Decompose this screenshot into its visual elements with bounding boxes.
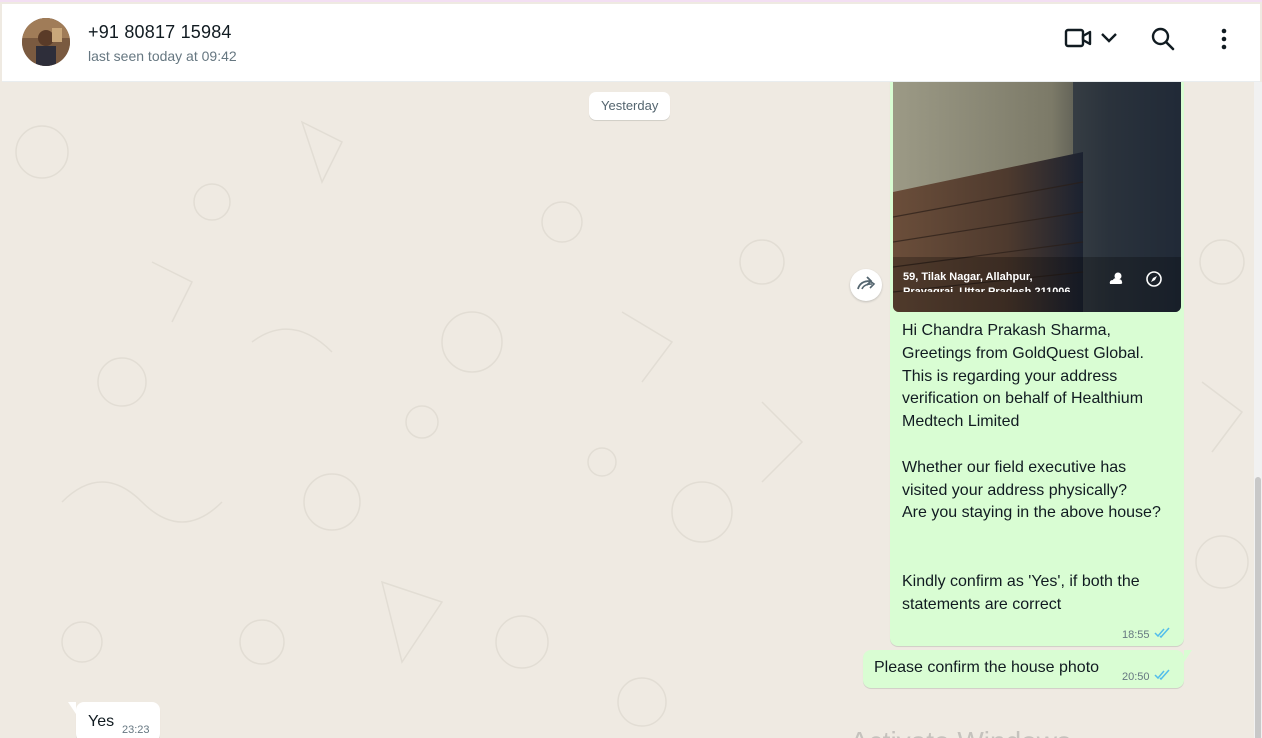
forward-message-button[interactable] (850, 269, 882, 301)
scrollbar-thumb[interactable] (1255, 477, 1261, 738)
contact-avatar[interactable] (22, 18, 70, 66)
message-meta: 20:50 (1122, 669, 1172, 684)
compass-icon (1145, 270, 1163, 293)
photo-location-line1: 59, Tilak Nagar, Allahpur, (903, 271, 1033, 283)
last-seen-status: last seen today at 09:42 (88, 48, 237, 64)
chat-scrollbar[interactable] (1254, 82, 1262, 738)
photo-message-bubble[interactable]: 59, Tilak Nagar, Allahpur, Prayagraj, Ut… (890, 82, 1184, 646)
whatsapp-chat-window: +91 80817 15984 last seen today at 09:42 (0, 0, 1262, 738)
chat-messages-area[interactable]: Yesterday 59, Tilak Nagar, Allahpur, Pra… (2, 82, 1254, 738)
verification-message-text: Hi Chandra Prakash Sharma, Greetings fro… (902, 320, 1161, 616)
video-call-icon[interactable] (1064, 26, 1092, 55)
chevron-down-icon[interactable] (1099, 30, 1119, 51)
outgoing-message-bubble[interactable]: Please confirm the house photo 20:50 (863, 650, 1192, 688)
photo-location-line2: Prayagraj, Uttar Pradesh 211006 (903, 286, 1071, 292)
message-text: Please confirm the house photo (874, 659, 1100, 676)
read-receipt-icon (1154, 669, 1172, 684)
message-line: Kindly confirm as 'Yes', if both the (902, 572, 1140, 590)
bubble-tail (68, 702, 76, 714)
message-line: Greetings from GoldQuest Global. (902, 344, 1144, 362)
message-line: Medtech Limited (902, 413, 1020, 431)
message-line: Whether our field executive has (902, 458, 1127, 476)
bubble-tail (1184, 650, 1192, 662)
message-line: Are you staying in the above house? (902, 504, 1161, 522)
menu-icon[interactable] (1214, 26, 1234, 57)
message-line: This is regarding your address (902, 367, 1118, 385)
message-text: Yes (88, 713, 115, 730)
incoming-message-bubble[interactable]: Yes 23:23 (68, 702, 160, 738)
message-line: statements are correct (902, 595, 1062, 613)
message-meta: 18:55 (1122, 627, 1172, 642)
message-time: 20:50 (1122, 670, 1150, 683)
house-photo[interactable]: 59, Tilak Nagar, Allahpur, Prayagraj, Ut… (893, 82, 1181, 312)
activate-windows-watermark: Activate Windows (850, 726, 1071, 738)
chat-header: +91 80817 15984 last seen today at 09:42 (2, 4, 1260, 82)
message-time: 18:55 (1122, 628, 1150, 641)
message-line: Hi Chandra Prakash Sharma, (902, 322, 1111, 339)
message-line: verification on behalf of Healthium (902, 390, 1144, 408)
weather-icon (1107, 270, 1125, 291)
search-icon[interactable] (1150, 26, 1176, 57)
date-separator: Yesterday (589, 92, 671, 120)
contact-name[interactable]: +91 80817 15984 (88, 22, 232, 43)
message-time: 23:23 (122, 724, 150, 736)
read-receipt-icon (1154, 627, 1172, 642)
message-line: visited your address physically? (902, 481, 1127, 499)
